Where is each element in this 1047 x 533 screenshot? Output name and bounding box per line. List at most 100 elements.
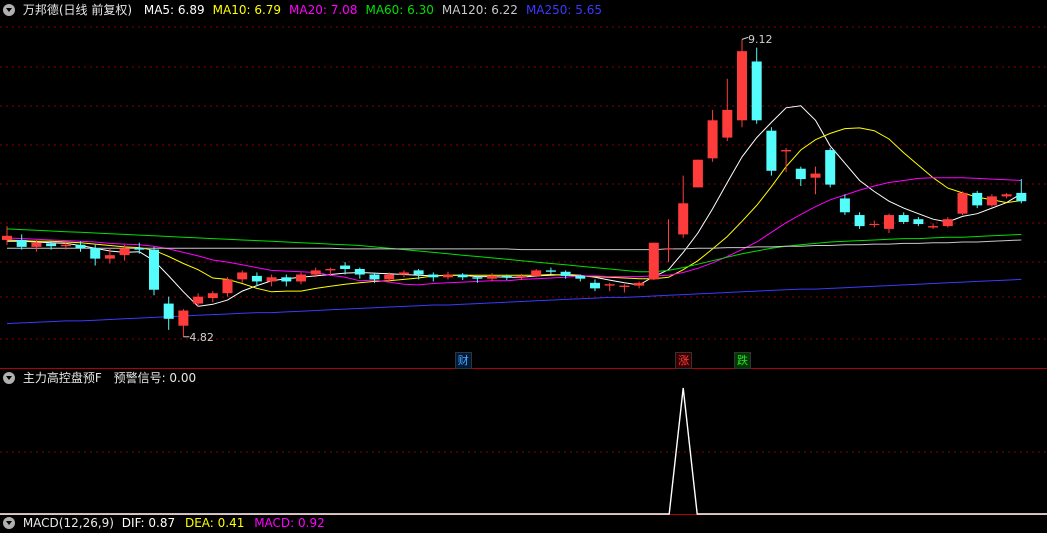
candle-up <box>310 270 321 275</box>
ma-line-ma120 <box>7 239 1022 251</box>
indicator-title: 主力高控盘预F <box>22 371 102 385</box>
candle-down <box>428 274 439 278</box>
event-marker[interactable]: 涨 <box>675 352 693 369</box>
candle-up <box>237 272 248 280</box>
candle-up <box>178 310 189 326</box>
candle-down <box>354 269 365 275</box>
candle-down <box>766 130 777 171</box>
candle-down <box>560 271 571 276</box>
candle-down <box>751 61 762 121</box>
candle-down <box>854 215 865 227</box>
candle-down <box>369 274 380 280</box>
ma-line-ma10 <box>6 127 1022 293</box>
candle-down <box>75 244 86 249</box>
candle-down <box>472 277 483 279</box>
ma-legend-item: MA10: 6.79 <box>212 3 282 17</box>
candle-down <box>46 243 57 247</box>
candle-down <box>251 275 262 282</box>
candle-up <box>648 242 659 280</box>
candle-up <box>957 192 968 214</box>
candle-down <box>413 270 424 275</box>
candle-up <box>928 226 939 228</box>
candle-up <box>325 269 336 271</box>
candle-up <box>869 224 880 226</box>
candle-up <box>119 248 130 256</box>
candle-up <box>443 274 453 278</box>
candle-down <box>16 239 27 247</box>
candle-up <box>619 285 630 287</box>
candle-down <box>90 248 101 259</box>
collapse-chevron-icon[interactable] <box>3 4 15 16</box>
candle-down <box>545 270 556 272</box>
collapse-chevron-icon[interactable] <box>3 372 15 384</box>
indicator-panel-header: 主力高控盘预F 预警信号: 0.00 <box>0 368 196 388</box>
candle-up <box>604 284 615 286</box>
price-panel-header: 万邦德(日线 前复权) MA5: 6.89 MA10: 6.79 MA20: 7.0… <box>0 0 610 20</box>
candle-down <box>590 282 600 289</box>
candle-up <box>663 248 674 250</box>
ma-legend: MA5: 6.89 MA10: 6.79 MA20: 7.08 MA60: 6.30 M… <box>144 0 610 20</box>
macd-dea: DEA: 0.41 <box>184 516 245 530</box>
stock-chart[interactable] <box>0 0 1047 525</box>
ma-line-ma5 <box>7 105 1022 307</box>
ma-legend-item: MA120: 6.22 <box>441 3 518 17</box>
event-marker[interactable]: 财 <box>454 352 472 369</box>
signal-spike <box>0 387 1047 515</box>
moving-average-lines <box>6 105 1022 325</box>
candlesticks <box>2 39 1027 337</box>
event-marker[interactable]: 跌 <box>734 352 751 369</box>
candle-up <box>986 196 997 206</box>
candle-up <box>722 109 733 138</box>
candle-down <box>163 303 174 319</box>
candle-down <box>898 215 909 222</box>
candle-down <box>340 265 351 269</box>
candle-up <box>104 255 115 259</box>
candle-up <box>222 279 233 294</box>
candle-up <box>942 219 953 227</box>
candle-up <box>266 277 277 282</box>
candle-up <box>2 235 12 240</box>
candle-up <box>207 293 218 299</box>
candle-up <box>31 242 42 247</box>
ma-line-ma250 <box>6 278 1022 325</box>
high-price-label: 9.12 <box>748 33 773 47</box>
candle-up <box>193 296 204 304</box>
candle-up <box>678 203 689 235</box>
candle-up <box>810 173 821 178</box>
candle-up <box>531 270 542 276</box>
candle-down <box>281 277 292 282</box>
candle-down <box>575 275 586 279</box>
candle-up <box>296 274 306 282</box>
candle-up <box>516 275 527 278</box>
candle-up <box>487 275 498 279</box>
candle-up <box>1001 194 1012 197</box>
candle-down <box>913 219 924 225</box>
ma-line-ma20 <box>6 177 1022 286</box>
signal-value: 预警信号: 0.00 <box>113 371 197 385</box>
macd-dif: DIF: 0.87 <box>121 516 176 530</box>
candle-down <box>839 198 850 213</box>
macd-title: MACD(12,26,9) <box>22 516 114 530</box>
candle-down <box>1016 192 1027 202</box>
candle-up <box>634 282 645 286</box>
ma-legend-item: MA250: 5.65 <box>525 3 602 17</box>
candle-up <box>398 272 409 275</box>
candle-down <box>825 150 836 185</box>
candle-up <box>781 150 792 152</box>
candle-up <box>60 244 71 247</box>
ma-legend-item: MA5: 6.89 <box>143 3 205 17</box>
candle-down <box>795 168 806 180</box>
candle-down <box>501 275 512 278</box>
candle-down <box>972 192 983 206</box>
ma-legend-item: MA60: 6.30 <box>365 3 434 17</box>
macd-value: MACD: 0.92 <box>254 516 325 530</box>
stock-title: 万邦德(日线 前复权) <box>22 3 133 17</box>
candle-up <box>384 274 395 280</box>
candle-up <box>737 51 747 121</box>
candle-up <box>884 215 894 229</box>
low-price-label: 4.82 <box>189 330 214 344</box>
candle-up <box>692 159 703 188</box>
collapse-chevron-icon[interactable] <box>3 517 15 529</box>
candle-down <box>149 249 159 290</box>
candle-down <box>134 248 145 250</box>
